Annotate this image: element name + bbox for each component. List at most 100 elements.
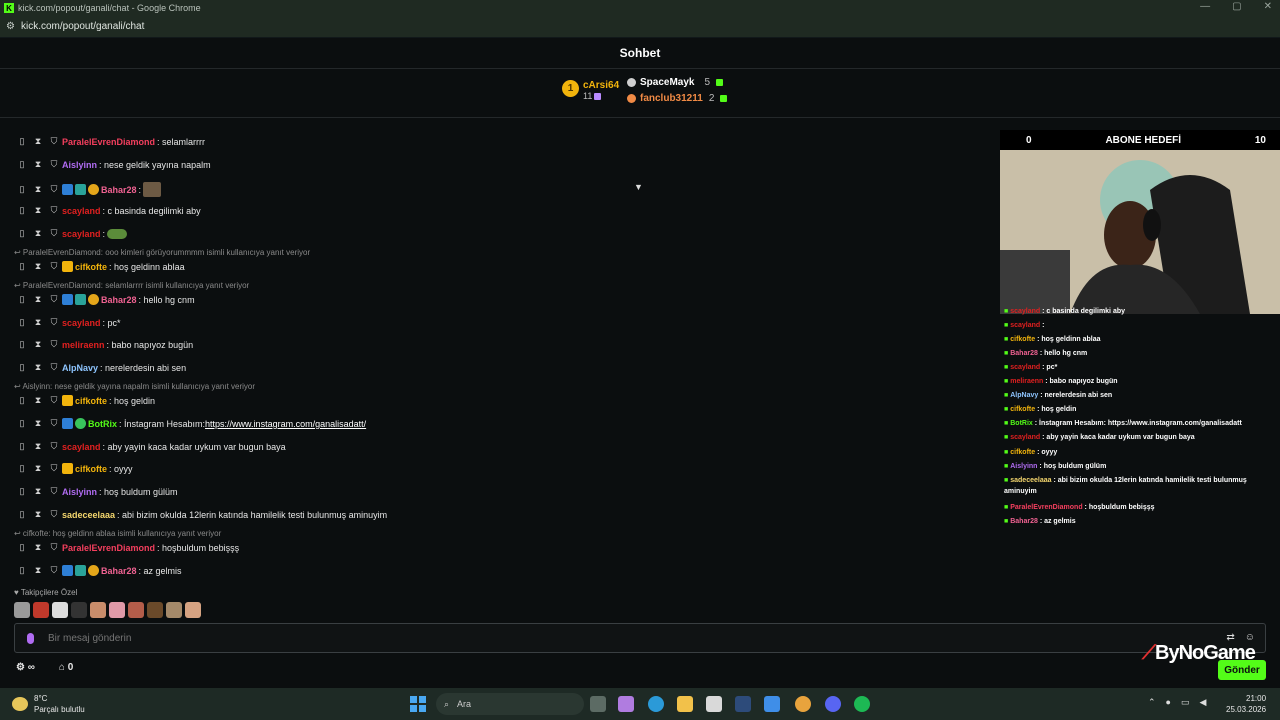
trash-icon[interactable]: ▯: [18, 159, 26, 170]
settings-infinity[interactable]: ⚙ ∞: [16, 662, 35, 673]
shield-icon[interactable]: ⛉: [50, 542, 58, 553]
timeout-icon[interactable]: ⧗: [34, 463, 42, 474]
file-explorer-icon[interactable]: [677, 696, 693, 712]
network-icon[interactable]: ▭: [1181, 697, 1190, 708]
weather-widget[interactable]: 8°C Parçalı bulutlu: [12, 693, 85, 715]
shield-icon[interactable]: ⛉: [50, 565, 58, 576]
chat-username[interactable]: Aislyinn: [62, 160, 97, 170]
clock[interactable]: 21:00 25.03.2026: [1226, 693, 1266, 715]
timeout-icon[interactable]: ⧗: [34, 294, 42, 305]
timeout-icon[interactable]: ⧗: [34, 362, 42, 373]
emote[interactable]: [147, 602, 163, 618]
shield-icon[interactable]: ⛉: [50, 418, 58, 429]
emote[interactable]: [14, 602, 30, 618]
timeout-icon[interactable]: ⧗: [34, 486, 42, 497]
shield-icon[interactable]: ⛉: [50, 395, 58, 406]
timeout-icon[interactable]: ⧗: [34, 261, 42, 272]
chat-username[interactable]: AlpNavy: [62, 363, 98, 373]
trash-icon[interactable]: ▯: [18, 509, 26, 520]
timeout-icon[interactable]: ⧗: [34, 395, 42, 406]
trash-icon[interactable]: ▯: [18, 184, 26, 195]
shield-icon[interactable]: ⛉: [50, 184, 58, 195]
chat-message[interactable]: ▯ ⧗ ⛉ Bahar28:: [18, 182, 162, 197]
timeout-icon[interactable]: ⧗: [34, 228, 42, 239]
emote[interactable]: [185, 602, 201, 618]
shield-icon[interactable]: ⛉: [50, 205, 58, 216]
collapse-leaderboard-icon[interactable]: ▼: [634, 182, 643, 192]
timeout-icon[interactable]: ⧗: [34, 205, 42, 216]
reply-context[interactable]: ↩ Aislyinn: nese geldik yayına napalm is…: [14, 382, 255, 391]
chat-username[interactable]: cifkofte: [75, 262, 107, 272]
timeout-icon[interactable]: ⧗: [34, 136, 42, 147]
leaderboard-third[interactable]: fanclub31211 2: [627, 93, 728, 104]
chat-username[interactable]: sadeceelaaa: [62, 510, 115, 520]
url-text[interactable]: kick.com/popout/ganali/chat: [21, 21, 144, 32]
trash-icon[interactable]: ▯: [18, 339, 26, 350]
trash-icon[interactable]: ▯: [18, 486, 26, 497]
chat-username[interactable]: Bahar28: [101, 185, 137, 195]
emote[interactable]: [52, 602, 68, 618]
leaderboard-second[interactable]: SpaceMayk 5: [627, 77, 724, 88]
timeout-icon[interactable]: ⧗: [34, 418, 42, 429]
edge-icon[interactable]: [648, 696, 664, 712]
shield-icon[interactable]: ⛉: [50, 294, 58, 305]
chat-message[interactable]: ▯ ⧗ ⛉ meliraenn: babo napıyoz bugün: [18, 339, 194, 350]
chat-username[interactable]: cifkofte: [75, 396, 107, 406]
emote[interactable]: [33, 602, 49, 618]
shield-icon[interactable]: ⛉: [50, 159, 58, 170]
chat-username[interactable]: scayland: [62, 206, 101, 216]
chat-username[interactable]: ParalelEvrenDiamond: [62, 137, 155, 147]
trash-icon[interactable]: ▯: [18, 261, 26, 272]
chat-message[interactable]: ▯ ⧗ ⛉ Bahar28: az gelmis: [18, 565, 182, 576]
minimize-icon[interactable]: —: [1200, 1, 1210, 12]
leaderboard-second-name[interactable]: SpaceMayk: [640, 77, 694, 88]
shield-icon[interactable]: ⛉: [50, 362, 58, 373]
steam-icon[interactable]: [735, 696, 751, 712]
mail-icon[interactable]: [764, 696, 780, 712]
timeout-icon[interactable]: ⧗: [34, 542, 42, 553]
system-tray[interactable]: ⌃ ● ▭ ◀: [1148, 697, 1206, 708]
settings-icon[interactable]: ⚙: [16, 662, 25, 673]
chat-username[interactable]: Bahar28: [101, 566, 137, 576]
taskbar-search[interactable]: ⌕ Ara: [436, 693, 584, 715]
chat-username[interactable]: Aislyinn: [62, 487, 97, 497]
trash-icon[interactable]: ▯: [18, 136, 26, 147]
timeout-icon[interactable]: ⧗: [34, 441, 42, 452]
spotify-icon[interactable]: [854, 696, 870, 712]
emote[interactable]: [90, 602, 106, 618]
emote-icon[interactable]: [143, 182, 162, 197]
trash-icon[interactable]: ▯: [18, 362, 26, 373]
close-icon[interactable]: ✕: [1264, 1, 1272, 12]
chat-message[interactable]: ▯ ⧗ ⛉ ParalelEvrenDiamond: selamlarrrr: [18, 136, 206, 147]
chat-username[interactable]: Bahar28: [101, 295, 137, 305]
chat-message[interactable]: ▯ ⧗ ⛉ AlpNavy: nerelerdesin abi sen: [18, 362, 187, 373]
chat-username[interactable]: scayland: [62, 229, 101, 239]
leaderboard-third-name[interactable]: fanclub31211: [640, 93, 703, 104]
shield-icon[interactable]: ⛉: [50, 261, 58, 272]
chat-link[interactable]: https://www.instagram.com/ganalisadatt/: [205, 419, 366, 429]
timeout-icon[interactable]: ⧗: [34, 184, 42, 195]
chat-message[interactable]: ▯ ⧗ ⛉ cifkofte: oyyy: [18, 463, 133, 474]
chat-message[interactable]: ▯ ⧗ ⛉ cifkofte: hoş geldinn ablaa: [18, 261, 185, 272]
reply-context[interactable]: ↩ cifkofte: hoş geldinn ablaa isimli kul…: [14, 529, 221, 538]
chat-message[interactable]: ▯ ⧗ ⛉ Aislyinn: hoş buldum gülüm: [18, 486, 178, 497]
copilot-icon[interactable]: [618, 696, 634, 712]
chat-message[interactable]: ▯ ⧗ ⛉ Bahar28: hello hg cnm: [18, 294, 195, 305]
shield-icon[interactable]: ⛉: [50, 228, 58, 239]
chat-message[interactable]: ▯ ⧗ ⛉ scayland: aby yayin kaca kadar uykum …: [18, 441, 286, 452]
chat-message[interactable]: ▯ ⧗ ⛉ sadeceelaaa: abi bizim okulda 12lerin…: [18, 509, 388, 520]
mic-tray-icon[interactable]: ●: [1166, 697, 1171, 708]
shield-icon[interactable]: ⛉: [50, 317, 58, 328]
trash-icon[interactable]: ▯: [18, 294, 26, 305]
chat-message[interactable]: ▯ ⧗ ⛉ scayland:: [18, 228, 128, 239]
timeout-icon[interactable]: ⧗: [34, 159, 42, 170]
address-bar[interactable]: ⚙ kick.com/popout/ganali/chat: [0, 16, 1280, 38]
shield-icon[interactable]: ⛉: [50, 339, 58, 350]
shield-icon[interactable]: ⛉: [50, 486, 58, 497]
chat-username[interactable]: BotRix: [88, 419, 117, 429]
chat-message[interactable]: ▯ ⧗ ⛉ scayland: pc*: [18, 317, 121, 328]
shield-icon[interactable]: ⛉: [50, 509, 58, 520]
task-view-icon[interactable]: [590, 696, 606, 712]
chat-message[interactable]: ▯ ⧗ ⛉ scayland: c basinda degilimki aby: [18, 205, 201, 216]
trash-icon[interactable]: ▯: [18, 441, 26, 452]
